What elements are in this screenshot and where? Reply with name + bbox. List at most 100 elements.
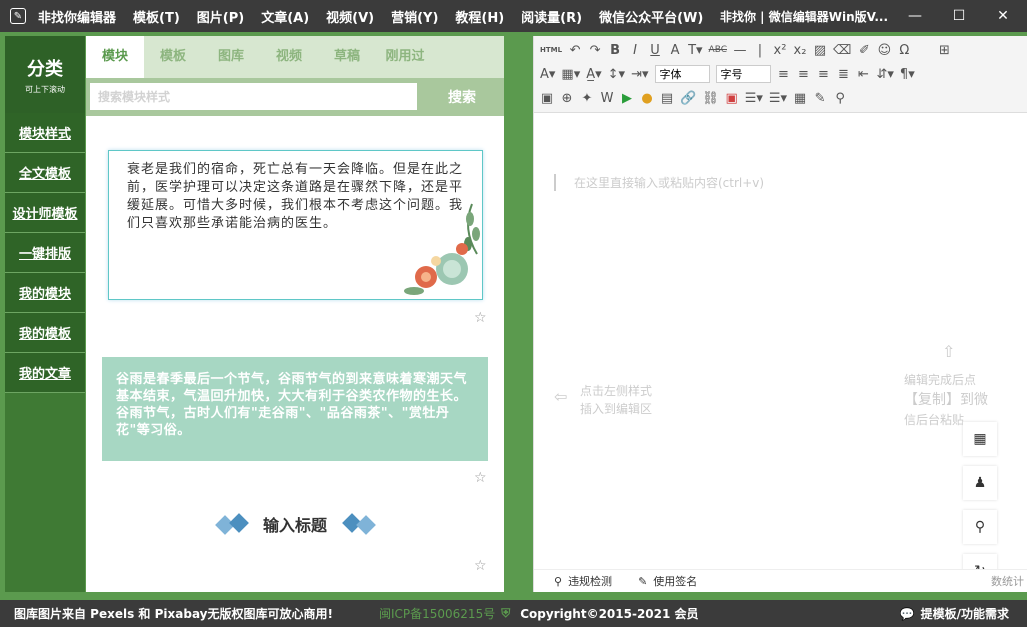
tab-drafts[interactable]: 草稿	[318, 36, 376, 78]
underline-icon[interactable]: U	[648, 43, 662, 58]
menu-image[interactable]: 图片(P)	[197, 7, 244, 26]
category-item-my-articles[interactable]: 我的文章	[5, 353, 85, 393]
table-icon[interactable]: ▦	[793, 91, 807, 106]
font-size-select[interactable]: 字号	[715, 65, 771, 83]
use-signature-button[interactable]: 使用签名	[653, 573, 697, 589]
tab-blocks[interactable]: 模块	[86, 36, 144, 78]
unordered-list-icon[interactable]: ☰▾	[769, 91, 787, 106]
tab-gallery[interactable]: 图库	[202, 36, 260, 78]
music-icon[interactable]: ●	[640, 91, 654, 106]
minimize-button[interactable]: —	[893, 0, 937, 32]
category-item-my-templates[interactable]: 我的模板	[5, 313, 85, 353]
menu-readcount[interactable]: 阅读量(R)	[521, 7, 582, 26]
pattern-icon[interactable]: ▨	[813, 43, 827, 58]
align-right-icon[interactable]: ≡	[817, 67, 831, 82]
favorite-star-icon[interactable]: ☆	[474, 558, 487, 574]
word-import-icon[interactable]: W	[600, 91, 614, 106]
menu-video[interactable]: 视频(V)	[326, 7, 374, 26]
block-card-title[interactable]: 输入标题	[86, 512, 504, 536]
emoji-icon[interactable]: ☺	[877, 43, 892, 58]
module-tabs: 模块 模板 图库 视频 草稿 刚用过	[86, 36, 504, 78]
superscript-icon[interactable]: x²	[773, 43, 787, 58]
fullscreen-icon[interactable]: ⊞	[937, 43, 951, 58]
clear-format-icon[interactable]: ✎	[813, 91, 827, 106]
code-icon[interactable]: ▣	[725, 91, 739, 106]
tab-templates[interactable]: 模板	[144, 36, 202, 78]
search-button[interactable]: 搜索	[422, 83, 502, 110]
play-video-icon[interactable]: ▶	[620, 91, 634, 106]
menu-app[interactable]: 非找你编辑器	[38, 7, 116, 26]
editor-placeholder: 在这里直接输入或粘贴内容(ctrl+v)	[554, 174, 764, 191]
image-icon[interactable]: ▣	[540, 91, 554, 106]
menu-tutorial[interactable]: 教程(H)	[455, 7, 504, 26]
editor-content-area[interactable]: 在这里直接输入或粘贴内容(ctrl+v) ⇦ 点击左侧样式 插入到编辑区 ⇧ 编…	[534, 114, 1027, 569]
indent-icon[interactable]: ⇥▾	[631, 67, 648, 82]
undo-icon[interactable]: ↶	[568, 43, 582, 58]
html-source-icon[interactable]: HTML	[540, 46, 562, 54]
font-family-select[interactable]: 字体	[654, 65, 710, 83]
panel-divider[interactable]	[504, 36, 533, 592]
menu-template[interactable]: 模板(T)	[133, 7, 180, 26]
outdent-icon[interactable]: ⇤	[857, 67, 871, 82]
font-border-icon[interactable]: A	[668, 43, 682, 58]
link-icon[interactable]: 🔗	[680, 91, 696, 106]
strikethrough-icon[interactable]: ABC	[709, 45, 727, 55]
unlink-icon[interactable]: ⛓	[702, 91, 719, 106]
zoom-icon[interactable]: ⚲	[963, 510, 997, 544]
category-item-block-style[interactable]: 模块样式	[5, 113, 85, 153]
close-button[interactable]: ✕	[981, 0, 1025, 32]
paragraph-format-icon[interactable]: ¶▾	[900, 67, 915, 82]
bold-icon[interactable]: B	[608, 43, 622, 58]
qq-icon[interactable]: ♟	[963, 466, 997, 500]
hint-left-line2: 插入到编辑区	[580, 402, 653, 416]
ordered-list-icon[interactable]: ☰▾	[745, 91, 763, 106]
align-center-icon[interactable]: ≡	[797, 67, 811, 82]
menu-marketing[interactable]: 营销(Y)	[391, 7, 438, 26]
tab-recent[interactable]: 刚用过	[376, 36, 434, 78]
background-color-icon[interactable]: ▦▾	[561, 67, 580, 82]
line-height-icon[interactable]: ↕▾	[608, 67, 625, 82]
arrow-up-icon: ⇧	[942, 342, 956, 361]
align-justify-icon[interactable]: ≣	[837, 67, 851, 82]
search-replace-icon[interactable]: ⚲	[833, 91, 847, 106]
eraser-icon[interactable]: ⌫	[833, 43, 851, 58]
category-item-designer-template[interactable]: 设计师模板	[5, 193, 85, 233]
editor-statusbar: ⚲ 违规检测 ✎ 使用签名 数统计	[534, 569, 1027, 592]
category-item-one-click-layout[interactable]: 一键排版	[5, 233, 85, 273]
calendar-icon[interactable]: ▦	[963, 422, 997, 456]
menu-article[interactable]: 文章(A)	[261, 7, 309, 26]
insert-image-icon[interactable]: ⊕	[560, 91, 574, 106]
horizontal-rule-icon[interactable]: —	[733, 43, 747, 58]
compliance-check-button[interactable]: 违规检测	[568, 573, 612, 589]
maximize-button[interactable]: ☐	[937, 0, 981, 32]
redo-icon[interactable]: ↷	[588, 43, 602, 58]
category-item-my-blocks[interactable]: 我的模块	[5, 273, 85, 313]
menu-wechat-platform[interactable]: 微信公众平台(W)	[599, 7, 703, 26]
font-color-icon[interactable]: A▾	[540, 67, 555, 82]
editor-toolbar: HTML ↶ ↷ B I U A T▾ ABC — | x² x₂ ▨ ⌫ ✐ …	[534, 36, 1027, 113]
category-item-full-template[interactable]: 全文模板	[5, 153, 85, 193]
block-card-guyu[interactable]: 谷雨是春季最后一个节气，谷雨节气的到来意味着寒潮天气基本结束，气温回升加快，大大…	[102, 357, 488, 461]
favorite-star-icon[interactable]: ☆	[474, 470, 487, 486]
align-left-icon[interactable]: ≡	[777, 67, 791, 82]
category-sidebar: 分类 可上下滚动 模块样式 全文模板 设计师模板 一键排版 我的模块 我的模板 …	[5, 36, 85, 592]
format-brush-icon[interactable]: ✐	[857, 43, 871, 58]
italic-icon[interactable]: I	[628, 43, 642, 58]
paragraph-spacing-icon[interactable]: ⇵▾	[877, 67, 894, 82]
search-input[interactable]	[90, 83, 417, 110]
magic-wand-icon[interactable]: ✦	[580, 91, 594, 106]
window-title: 非找你 | 微信编辑器Win版V...	[720, 10, 889, 24]
font-size-adjust-icon[interactable]: A̲▾	[586, 67, 601, 82]
footer-icp[interactable]: 闽ICP备15006215号	[379, 605, 495, 622]
gem-icon	[229, 513, 249, 533]
hint-left-line1: 点击左侧样式	[580, 384, 653, 398]
special-char-icon[interactable]: Ω	[897, 43, 911, 58]
map-icon[interactable]: ▤	[660, 91, 674, 106]
tab-video[interactable]: 视频	[260, 36, 318, 78]
favorite-star-icon[interactable]: ☆	[474, 310, 487, 326]
text-format-icon[interactable]: T▾	[688, 43, 702, 58]
subscript-icon[interactable]: x₂	[793, 43, 807, 58]
block-card-quote[interactable]: 衰老是我们的宿命，死亡总有一天会降临。但是在此之前，医学护理可以决定这条道路是在…	[108, 150, 483, 300]
feedback-button[interactable]: 提模板/功能需求	[921, 605, 1009, 622]
category-subtitle: 可上下滚动	[25, 84, 65, 94]
